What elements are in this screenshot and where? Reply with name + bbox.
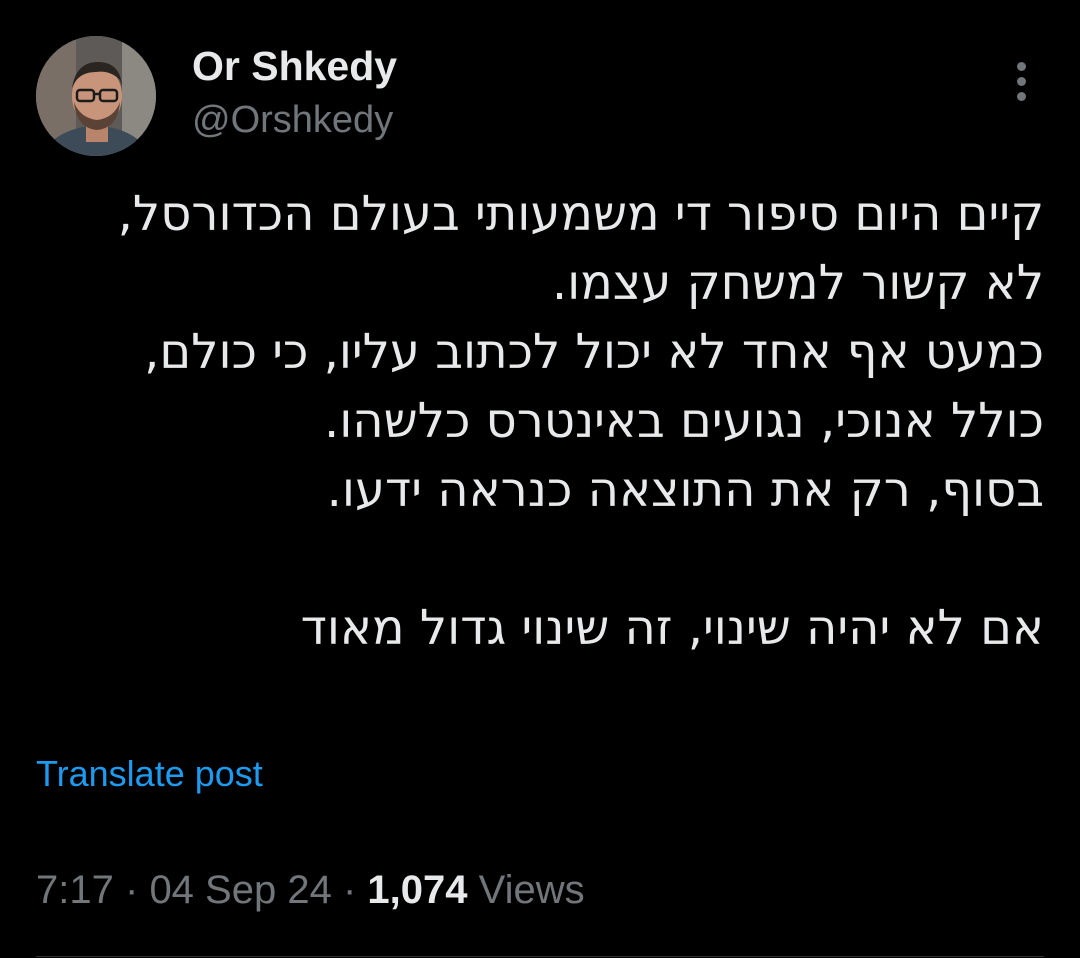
post-text-line: לא קשור למשחק עצמו. (551, 255, 1044, 311)
post-text-line: בסוף, רק את התוצאה כנראה ידעו. (326, 462, 1044, 518)
post: Or Shkedy @Orshkedy קיים היום סיפור די מ… (0, 0, 1080, 958)
views-count: 1,074 (367, 868, 468, 912)
divider (36, 956, 1044, 957)
translate-post-link[interactable]: Translate post (36, 752, 263, 796)
post-header: Or Shkedy @Orshkedy (36, 36, 1044, 156)
more-vertical-icon (1017, 92, 1026, 101)
more-vertical-icon (1017, 62, 1026, 71)
post-text-line: כולל אנוכי, נגועים באינטרס כלשהו. (323, 393, 1044, 449)
post-meta: 7:17 · 04 Sep 24 · 1,074 Views (36, 864, 585, 916)
post-date[interactable]: 04 Sep 24 (149, 868, 331, 912)
post-text-line: קיים היום סיפור די משמעותי בעולם הכדורסל… (117, 186, 1044, 242)
profile-photo-icon (36, 36, 156, 156)
more-options-button[interactable] (1008, 58, 1036, 106)
post-time[interactable]: 7:17 (36, 868, 114, 912)
post-text: קיים היום סיפור די משמעותי בעולם הכדורסל… (34, 180, 1044, 663)
post-text-line (34, 525, 1044, 594)
more-vertical-icon (1017, 77, 1026, 86)
meta-separator: · (342, 868, 357, 912)
display-name[interactable]: Or Shkedy (192, 40, 397, 92)
meta-separator: · (124, 868, 139, 912)
post-text-line: כמעט אף אחד לא יכול לכתוב עליו, כי כולם, (144, 324, 1044, 380)
user-handle[interactable]: @Orshkedy (192, 96, 397, 144)
views-label: Views (478, 868, 585, 912)
avatar[interactable] (36, 36, 156, 156)
author-names: Or Shkedy @Orshkedy (192, 40, 397, 144)
post-text-line: אם לא יהיה שינוי, זה שינוי גדול מאוד (300, 600, 1044, 656)
